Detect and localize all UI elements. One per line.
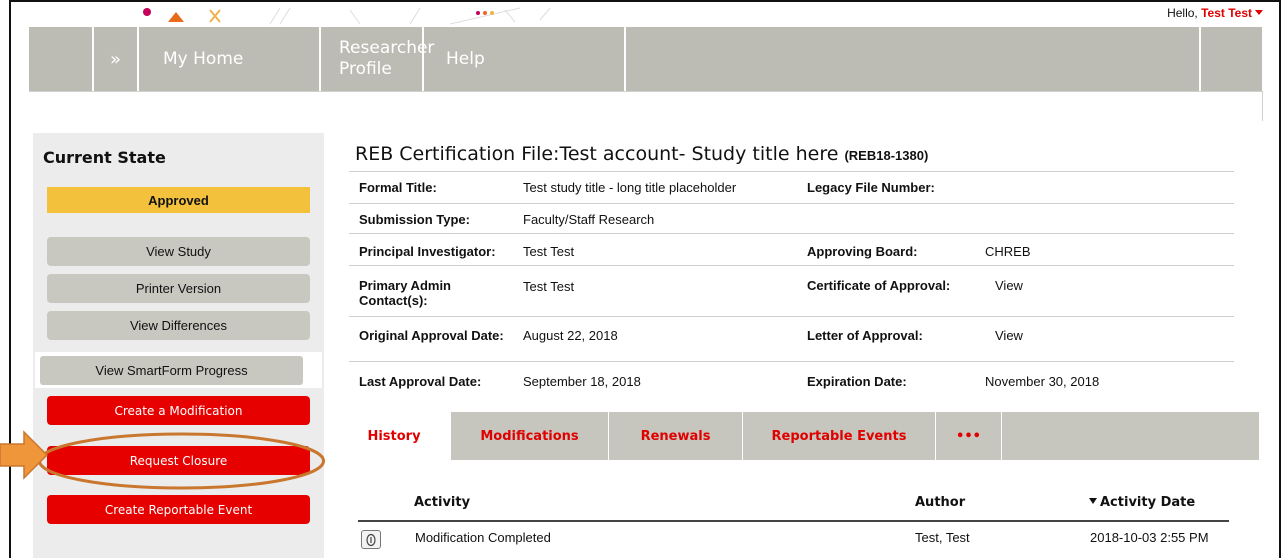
nav-researcher-profile[interactable]: Researcher Profile bbox=[321, 27, 434, 91]
last-approval-label: Last Approval Date: bbox=[359, 374, 482, 389]
sort-desc-icon bbox=[1089, 498, 1097, 504]
info-row: Submission Type: Faculty/Staff Research bbox=[349, 203, 1234, 233]
tab-more[interactable]: ••• bbox=[936, 412, 1002, 460]
approving-board-label: Approving Board: bbox=[807, 244, 918, 259]
info-row: Original Approval Date: August 22, 2018 … bbox=[349, 316, 1234, 361]
greeting-text: Hello, bbox=[1167, 6, 1198, 20]
column-activity-date-label: Activity Date bbox=[1100, 495, 1196, 510]
table-cell-activity[interactable]: Modification Completed bbox=[415, 530, 551, 545]
original-approval-label: Original Approval Date: bbox=[359, 328, 504, 343]
pi-value: Test Test bbox=[523, 244, 575, 259]
view-smartform-progress-button[interactable]: View SmartForm Progress bbox=[40, 356, 303, 385]
nav-divider bbox=[29, 91, 1262, 92]
info-row: Last Approval Date: September 18, 2018 E… bbox=[349, 361, 1234, 393]
status-badge: Approved bbox=[47, 187, 310, 213]
letter-approval-label: Letter of Approval: bbox=[807, 328, 923, 343]
printer-version-button[interactable]: Printer Version bbox=[47, 274, 310, 303]
page-title-text: REB Certification File:Test account- Stu… bbox=[355, 143, 839, 165]
submission-type-label: Submission Type: bbox=[359, 212, 470, 227]
nav-end-cell bbox=[1199, 27, 1262, 91]
table-cell-date: 2018-10-03 2:55 PM bbox=[1090, 530, 1209, 545]
nav-my-home[interactable]: My Home bbox=[139, 27, 321, 91]
table-cell-author: Test, Test bbox=[915, 530, 970, 545]
top-nav: » My Home Researcher Profile Help bbox=[29, 27, 1262, 91]
tab-reportable-events[interactable]: Reportable Events bbox=[743, 412, 936, 460]
view-study-button[interactable]: View Study bbox=[47, 237, 310, 266]
original-approval-value: August 22, 2018 bbox=[523, 328, 618, 343]
nav-researcher-profile-line2: Profile bbox=[339, 59, 392, 79]
admin-contact-value: Test Test bbox=[523, 279, 575, 294]
create-modification-button[interactable]: Create a Modification bbox=[47, 396, 310, 425]
submission-type-value: Faculty/Staff Research bbox=[523, 212, 655, 227]
nav-researcher-profile-line1: Researcher bbox=[339, 38, 435, 58]
column-activity[interactable]: Activity bbox=[414, 495, 470, 510]
last-approval-value: September 18, 2018 bbox=[523, 374, 641, 389]
content-border bbox=[1262, 91, 1263, 121]
user-name: Test Test bbox=[1201, 6, 1252, 20]
tab-renewals[interactable]: Renewals bbox=[609, 412, 743, 460]
tab-history[interactable]: History bbox=[338, 412, 451, 460]
expiration-label: Expiration Date: bbox=[807, 374, 907, 389]
legacy-file-label: Legacy File Number: bbox=[807, 180, 935, 195]
info-row: Principal Investigator: Test Test Approv… bbox=[349, 233, 1234, 265]
info-row: Formal Title: Test study title - long ti… bbox=[349, 171, 1234, 203]
view-differences-button[interactable]: View Differences bbox=[47, 311, 310, 340]
column-author[interactable]: Author bbox=[915, 495, 965, 510]
certificate-view-link[interactable]: View bbox=[995, 278, 1023, 293]
letter-view-link[interactable]: View bbox=[995, 328, 1023, 343]
expiration-value: November 30, 2018 bbox=[985, 374, 1100, 389]
column-activity-date[interactable]: Activity Date bbox=[1089, 495, 1195, 510]
nav-help[interactable]: Help bbox=[424, 27, 626, 91]
pointer-arrow-icon bbox=[0, 430, 48, 480]
file-code: (REB18-1380) bbox=[844, 148, 929, 163]
view-activity-icon[interactable] bbox=[361, 530, 381, 549]
tab-modifications[interactable]: Modifications bbox=[451, 412, 609, 460]
highlight-ellipse bbox=[38, 432, 325, 490]
approving-board-value: CHREB bbox=[985, 244, 1031, 259]
decorative-banner bbox=[143, 7, 551, 25]
nav-expand-button[interactable]: » bbox=[92, 27, 139, 91]
user-greeting[interactable]: Hello, Test Test bbox=[1167, 6, 1263, 20]
info-row: Primary Admin Contact(s): Test Test Cert… bbox=[349, 265, 1234, 316]
pi-label: Principal Investigator: bbox=[359, 244, 496, 259]
caret-down-icon bbox=[1255, 10, 1263, 15]
page-title: REB Certification File:Test account- Stu… bbox=[355, 143, 928, 165]
current-state-title: Current State bbox=[43, 148, 166, 167]
tab-bar: History Modifications Renewals Reportabl… bbox=[338, 412, 1259, 460]
table-header-rule bbox=[358, 520, 1229, 522]
create-reportable-event-button[interactable]: Create Reportable Event bbox=[47, 495, 310, 524]
certificate-label: Certificate of Approval: bbox=[807, 278, 951, 293]
admin-contact-label: Primary Admin Contact(s): bbox=[359, 278, 451, 308]
formal-title-label: Formal Title: bbox=[359, 180, 437, 195]
formal-title-value: Test study title - long title placeholde… bbox=[523, 180, 737, 195]
